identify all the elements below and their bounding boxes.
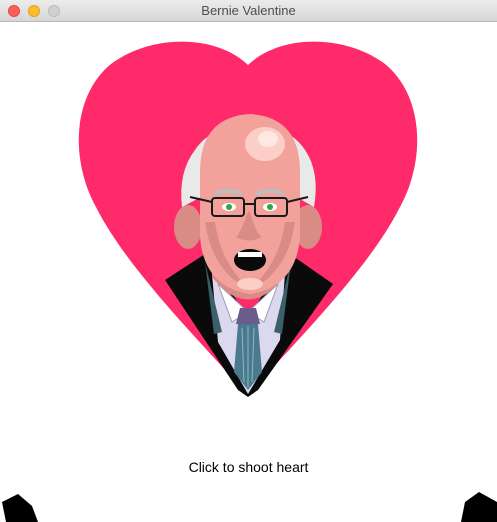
game-canvas[interactable]: Click to shoot heart: [0, 22, 497, 522]
cannon-left-icon: [2, 494, 38, 522]
title-bar[interactable]: Bernie Valentine: [0, 0, 497, 22]
tie-knot: [236, 308, 260, 324]
cannon-right-icon: [461, 492, 497, 522]
app-window: Bernie Valentine Click to shoot heart: [0, 0, 497, 522]
instruction-text: Click to shoot heart: [188, 459, 309, 475]
scene-svg: [78, 41, 418, 397]
window-title: Bernie Valentine: [201, 3, 296, 18]
